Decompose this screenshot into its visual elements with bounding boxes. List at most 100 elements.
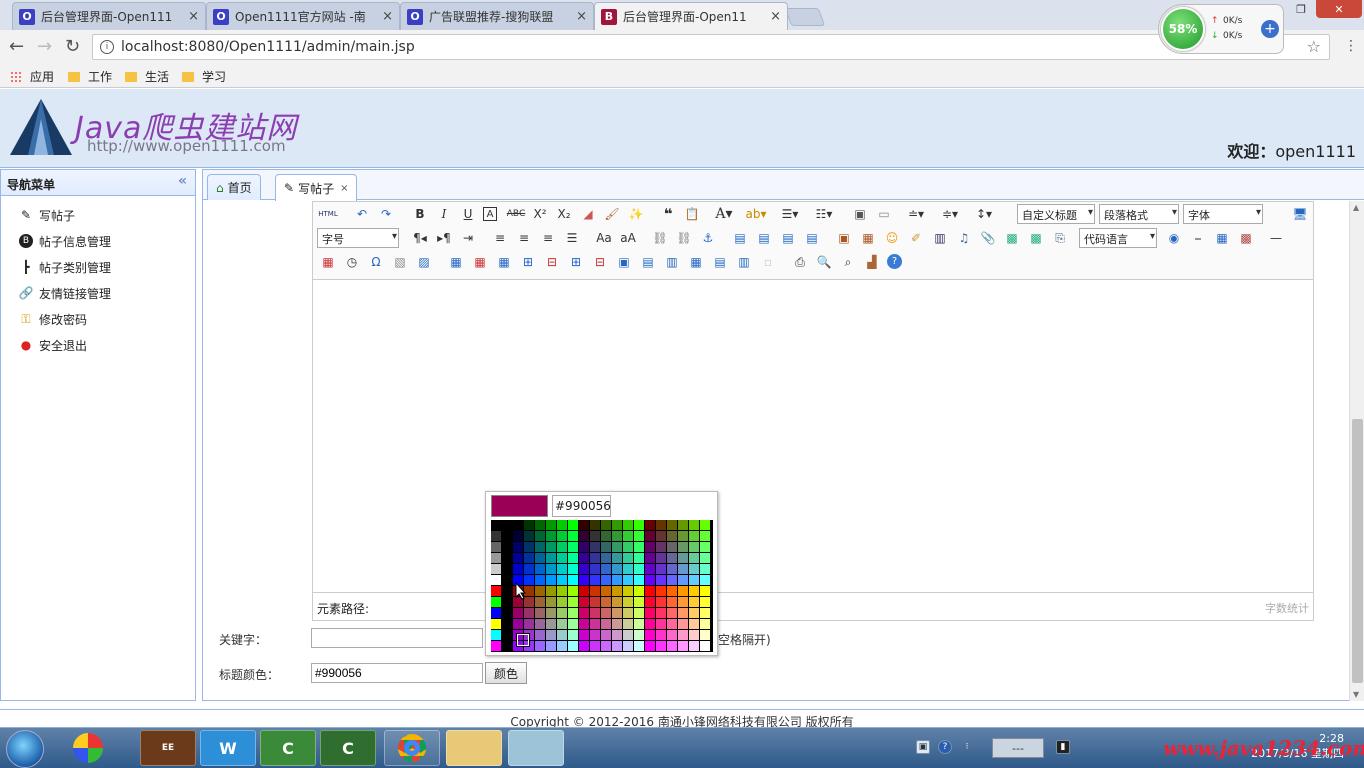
color-cell[interactable] — [634, 630, 644, 640]
color-cell[interactable] — [634, 597, 644, 607]
color-cell[interactable] — [568, 575, 578, 585]
color-cell[interactable] — [612, 575, 622, 585]
sidebar-item-write-post[interactable]: ✎ 写帖子 — [1, 202, 195, 228]
fullscreen-icon[interactable]: 🖥 — [1291, 205, 1309, 223]
color-cell[interactable] — [502, 531, 512, 541]
date-icon[interactable]: ▦ — [319, 253, 337, 271]
color-cell[interactable] — [700, 641, 710, 651]
color-cell[interactable] — [590, 531, 600, 541]
image-right-icon[interactable]: ▤ — [779, 229, 797, 247]
color-cell[interactable] — [667, 542, 677, 552]
color-cell[interactable] — [579, 575, 589, 585]
color-cell[interactable] — [535, 531, 545, 541]
browser-tab[interactable]: O 广告联盟推荐-搜狗联盟 × — [400, 2, 594, 30]
color-cell[interactable] — [502, 520, 512, 530]
insert-col-icon[interactable]: ⊞ — [567, 253, 585, 271]
align-center-icon[interactable]: ≡ — [515, 229, 533, 247]
insert-frame-icon[interactable]: ⎘ — [1051, 229, 1069, 247]
color-cell[interactable] — [678, 630, 688, 640]
color-cell[interactable] — [491, 564, 501, 574]
color-cell[interactable] — [689, 531, 699, 541]
color-cell[interactable] — [645, 630, 655, 640]
color-cell[interactable] — [601, 553, 611, 563]
title-color-input[interactable] — [311, 663, 483, 683]
color-cell[interactable] — [546, 641, 556, 651]
color-cell[interactable] — [590, 520, 600, 530]
color-cell[interactable] — [689, 608, 699, 618]
color-cell[interactable] — [579, 586, 589, 596]
color-cell[interactable] — [535, 619, 545, 629]
image-none-icon[interactable]: ▤ — [731, 229, 749, 247]
color-cell[interactable] — [502, 542, 512, 552]
attachment-icon[interactable]: 📎 — [979, 229, 997, 247]
color-cell[interactable] — [623, 597, 633, 607]
tray-settings-icon[interactable]: ⁝ — [960, 740, 974, 754]
snapscreen-icon[interactable]: ▧ — [391, 253, 409, 271]
color-cell[interactable] — [491, 531, 501, 541]
line-height-icon[interactable]: ↕▾ — [975, 205, 993, 223]
color-cell[interactable] — [700, 586, 710, 596]
content-scrollbar[interactable]: ▲ ▼ — [1349, 201, 1364, 701]
close-window-icon[interactable]: ✕ — [1316, 0, 1362, 18]
color-cell[interactable] — [546, 597, 556, 607]
format-brush-icon[interactable]: 🖌 — [603, 205, 621, 223]
color-cell[interactable] — [579, 597, 589, 607]
color-cell[interactable] — [590, 597, 600, 607]
color-cell[interactable] — [535, 630, 545, 640]
color-hex-field[interactable]: #990056 — [552, 495, 611, 517]
font-color-icon[interactable]: A▾ — [715, 205, 733, 223]
color-cell[interactable] — [634, 608, 644, 618]
color-cell[interactable] — [601, 564, 611, 574]
color-cell[interactable] — [645, 597, 655, 607]
color-cell[interactable] — [568, 564, 578, 574]
color-picker-button[interactable]: 颜色 — [485, 662, 527, 684]
network-monitor-widget[interactable]: 58% ↑ 0K/s ↓ 0K/s + — [1158, 4, 1284, 54]
color-cell[interactable] — [645, 553, 655, 563]
tab-write-post[interactable]: ✎ 写帖子 × — [275, 174, 358, 201]
color-cell[interactable] — [568, 608, 578, 618]
color-cell[interactable] — [667, 597, 677, 607]
color-cell[interactable] — [579, 553, 589, 563]
color-cell[interactable] — [700, 542, 710, 552]
color-cell[interactable] — [568, 641, 578, 651]
color-cell[interactable] — [524, 619, 534, 629]
wps-writer-icon[interactable]: W — [200, 730, 256, 766]
color-cell[interactable] — [689, 630, 699, 640]
sidebar-item-category-manage[interactable]: ┣ 帖子类别管理 — [1, 254, 195, 280]
url-bar[interactable]: i localhost:8080/Open1111/admin/main.jsp… — [92, 34, 1330, 60]
color-cell[interactable] — [656, 575, 666, 585]
bookmark-folder[interactable]: 生活 — [125, 68, 169, 85]
scroll-down-icon[interactable]: ▼ — [1353, 690, 1359, 699]
color-cell[interactable] — [656, 619, 666, 629]
eraser-icon[interactable]: ◢ — [579, 205, 597, 223]
start-button[interactable] — [6, 730, 44, 768]
color-cell[interactable] — [601, 542, 611, 552]
close-tab-icon[interactable]: × — [188, 9, 199, 24]
color-cell[interactable] — [579, 520, 589, 530]
color-cell[interactable] — [568, 586, 578, 596]
italic-icon[interactable]: I — [435, 205, 453, 223]
color-cell[interactable] — [568, 520, 578, 530]
color-cell[interactable] — [634, 619, 644, 629]
font-size-select[interactable]: 字号 — [317, 228, 399, 248]
color-cell[interactable] — [513, 553, 523, 563]
color-cell[interactable] — [667, 608, 677, 618]
sidebar-item-change-password[interactable]: ⚿ 修改密码 — [1, 306, 195, 332]
color-cell[interactable] — [656, 641, 666, 651]
wordimage-icon[interactable]: ▨ — [415, 253, 433, 271]
color-cell[interactable] — [667, 531, 677, 541]
color-cell[interactable] — [678, 542, 688, 552]
color-cell[interactable] — [689, 619, 699, 629]
row-spacing-top-icon[interactable]: ≐▾ — [907, 205, 925, 223]
time-icon[interactable]: ◷ — [343, 253, 361, 271]
back-arrow-icon[interactable]: ← — [9, 36, 24, 57]
unordered-list-icon[interactable]: ☷▾ — [815, 205, 833, 223]
color-cell[interactable] — [546, 564, 556, 574]
insert-video-icon[interactable]: ▥ — [931, 229, 949, 247]
color-cell[interactable] — [579, 608, 589, 618]
color-cell[interactable] — [568, 630, 578, 640]
color-cell[interactable] — [590, 586, 600, 596]
indent-icon[interactable]: ⇥ — [459, 229, 477, 247]
color-cell[interactable] — [612, 619, 622, 629]
color-cell[interactable] — [601, 619, 611, 629]
